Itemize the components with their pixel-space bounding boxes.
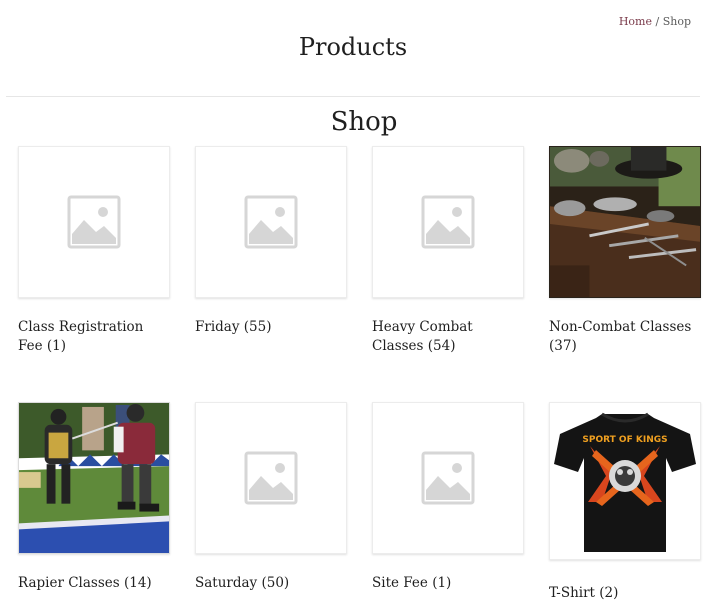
category-count: (14) xyxy=(123,575,152,591)
placeholder-icon xyxy=(421,451,475,505)
craft-tools-photo xyxy=(550,147,700,297)
placeholder-icon xyxy=(244,195,298,249)
placeholder-icon xyxy=(67,195,121,249)
category-count: (1) xyxy=(432,575,452,591)
category-name: Friday xyxy=(195,319,240,335)
breadcrumb-separator: / xyxy=(652,15,663,28)
category-thumbnail[interactable] xyxy=(195,146,347,298)
category-thumbnail[interactable]: SPORT OF KINGS xyxy=(549,402,701,560)
category-name: Saturday xyxy=(195,575,258,591)
placeholder-icon xyxy=(421,195,475,249)
category-name: Rapier Classes xyxy=(18,575,120,591)
category-card-saturday[interactable]: Saturday (50) xyxy=(195,402,347,593)
category-name: Heavy Combat Classes xyxy=(372,319,473,354)
category-count: (55) xyxy=(243,319,272,335)
breadcrumb: Home / Shop xyxy=(619,15,691,28)
category-card-friday[interactable]: Friday (55) xyxy=(195,146,347,337)
category-card-class-registration-fee[interactable]: Class Registration Fee (1) xyxy=(18,146,170,356)
category-count: (2) xyxy=(599,585,619,601)
category-count: (54) xyxy=(427,338,456,354)
category-label[interactable]: Saturday (50) xyxy=(195,574,347,593)
category-name: T-Shirt xyxy=(549,585,595,601)
tshirt-print-text: SPORT OF KINGS xyxy=(582,435,667,445)
category-name: Class Registration Fee xyxy=(18,319,144,354)
black-tshirt-photo: SPORT OF KINGS xyxy=(554,412,696,552)
section-title: Shop xyxy=(330,107,398,137)
category-label[interactable]: T-Shirt (2) xyxy=(549,584,701,602)
breadcrumb-current: Shop xyxy=(662,15,691,28)
header-divider xyxy=(6,96,700,97)
category-label[interactable]: Non-Combat Classes (37) xyxy=(549,318,701,356)
category-count: (50) xyxy=(261,575,290,591)
category-card-heavy-combat-classes[interactable]: Heavy Combat Classes (54) xyxy=(372,146,524,356)
category-thumbnail[interactable] xyxy=(18,146,170,298)
shop-page: Home / Shop Products Shop Class Registra… xyxy=(0,0,706,602)
category-label[interactable]: Rapier Classes (14) xyxy=(18,574,170,593)
rapier-fencers-photo xyxy=(19,403,169,553)
breadcrumb-home-link[interactable]: Home xyxy=(619,15,652,28)
category-thumbnail[interactable] xyxy=(18,402,170,554)
category-name: Site Fee xyxy=(372,575,428,591)
category-thumbnail[interactable] xyxy=(372,402,524,554)
category-label[interactable]: Heavy Combat Classes (54) xyxy=(372,318,524,356)
category-card-non-combat-classes[interactable]: Non-Combat Classes (37) xyxy=(549,146,701,356)
category-card-rapier-classes[interactable]: Rapier Classes (14) xyxy=(18,402,170,593)
page-title: Products xyxy=(298,33,408,61)
category-count: (37) xyxy=(549,338,577,354)
category-thumbnail[interactable] xyxy=(372,146,524,298)
category-label[interactable]: Class Registration Fee (1) xyxy=(18,318,170,356)
category-label[interactable]: Friday (55) xyxy=(195,318,347,337)
category-card-t-shirt[interactable]: SPORT OF KINGS T-Shirt (2) xyxy=(549,402,701,602)
category-card-site-fee[interactable]: Site Fee (1) xyxy=(372,402,524,593)
category-name: Non-Combat Classes xyxy=(549,319,692,335)
placeholder-icon xyxy=(244,451,298,505)
category-label[interactable]: Site Fee (1) xyxy=(372,574,524,593)
category-thumbnail[interactable] xyxy=(195,402,347,554)
category-thumbnail[interactable] xyxy=(549,146,701,298)
category-count: (1) xyxy=(46,338,67,354)
